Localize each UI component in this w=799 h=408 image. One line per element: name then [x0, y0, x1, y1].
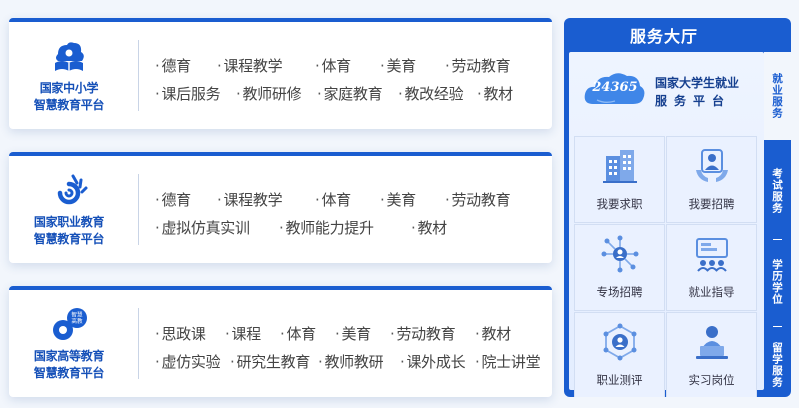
tile-internship[interactable]: 实习岗位 — [666, 312, 757, 397]
tab-degree-services[interactable]: 学历学位 — [764, 247, 791, 317]
link-laodongjiaoyu[interactable]: 劳动教育 — [445, 189, 510, 210]
link-xufangshiyan[interactable]: 虚仿实验 — [155, 351, 220, 372]
laptop-worker-icon — [696, 326, 728, 359]
tile-career-guidance[interactable]: 就业指导 — [666, 224, 757, 311]
platform-card-zhiye: 国家职业教育 智慧教育平台 德育 课程教学 体育 美育 劳动教育 虚拟仿真实训 … — [9, 152, 552, 263]
link-laodongjiaoyu[interactable]: 劳动教育 — [390, 323, 455, 344]
platform-logo-zhongxiaoxue[interactable]: 国家中小学 智慧教育平台 — [9, 22, 129, 129]
tile-label: 职业测评 — [596, 373, 643, 387]
link-jiaoshinenglitisheng[interactable]: 教师能力提升 — [279, 217, 374, 238]
service-hall-panel: 24365 国家大学生就业 服务平台 我要求职 我要招聘 专场招聘 就业指导 职… — [569, 52, 764, 397]
tile-label: 就业指导 — [688, 285, 735, 299]
tab-employment-services[interactable]: 就业服务 — [764, 52, 791, 140]
platform-name-line1: 国家职业教育 — [33, 215, 105, 229]
platform-card-gaodeng: 智慧 高教 国家高等教育 智慧教育平台 思政课 课程 体育 美育 劳动教育 教材… — [9, 286, 552, 397]
platform-logo-gaodeng[interactable]: 智慧 高教 国家高等教育 智慧教育平台 — [9, 290, 129, 397]
link-jiaoshiyanxiu[interactable]: 教师研修 — [236, 83, 301, 104]
link-kechengjiaoxue[interactable]: 课程教学 — [217, 55, 282, 76]
link-laodongjiaoyu[interactable]: 劳动教育 — [445, 55, 510, 76]
logo-text-zhihui: 智慧 — [71, 311, 83, 319]
link-meiyu[interactable]: 美育 — [335, 323, 371, 344]
platform-card-zhongxiaoxue: 国家中小学 智慧教育平台 德育 课程教学 体育 美育 劳动教育 课后服务 教师研… — [9, 18, 552, 129]
link-tiyu[interactable]: 体育 — [280, 323, 316, 344]
service-side-tabs: 就业服务 考试服务 学历学位 留学服务 — [764, 52, 791, 397]
service-hall-title: 服务大厅 — [629, 27, 698, 46]
link-jiaocai[interactable]: 教材 — [477, 83, 513, 104]
tile-special-recruiting[interactable]: 专场招聘 — [574, 224, 665, 311]
employment-platform-brand[interactable]: 24365 国家大学生就业 服务平台 — [575, 60, 760, 120]
card-divider — [138, 40, 139, 111]
service-tile-grid: 我要求职 我要招聘 专场招聘 就业指导 职业测评 实习岗位 — [574, 136, 758, 397]
zhongxiaoxue-book-logo-icon — [55, 42, 84, 71]
link-deyu[interactable]: 德育 — [155, 55, 191, 76]
network-people-icon — [601, 235, 639, 273]
logo-text-gaojiao: 高教 — [71, 317, 83, 325]
link-jiaogaijingyan[interactable]: 教改经验 — [398, 83, 463, 104]
recruiter-hands-icon — [696, 149, 728, 182]
link-kecheng[interactable]: 课程 — [225, 323, 261, 344]
presentation-icon — [696, 238, 728, 272]
link-meiyu[interactable]: 美育 — [380, 189, 416, 210]
tile-career-assessment[interactable]: 职业测评 — [574, 312, 665, 397]
link-tiyu[interactable]: 体育 — [315, 55, 351, 76]
tab-separator — [773, 239, 782, 240]
brand-title-line2: 服务平台 — [655, 94, 732, 108]
brand-title-line1: 国家大学生就业 — [655, 76, 740, 90]
platform-name-line2: 智慧教育平台 — [33, 98, 105, 112]
card-divider — [138, 308, 139, 379]
tile-recruiting[interactable]: 我要招聘 — [666, 136, 757, 223]
tile-label: 实习岗位 — [688, 373, 735, 387]
badge-24365: 24365 — [592, 80, 638, 95]
service-hall: 服务大厅 24365 国家大学生就业 服务平台 我要求职 我要招聘 专场招聘 就… — [564, 18, 791, 397]
platform-logo-zhiye[interactable]: 国家职业教育 智慧教育平台 — [9, 156, 129, 263]
tab-exam-services[interactable]: 考试服务 — [764, 152, 791, 230]
platform-name-line1: 国家高等教育 — [33, 349, 105, 363]
assessment-network-icon — [603, 323, 637, 361]
link-yanjiushengjiaoyu[interactable]: 研究生教育 — [230, 351, 310, 372]
link-jiaocai[interactable]: 教材 — [475, 323, 511, 344]
link-jiatingjiaoyu[interactable]: 家庭教育 — [317, 83, 382, 104]
tile-job-seeking[interactable]: 我要求职 — [574, 136, 665, 223]
gaodeng-gear-logo-icon: 智慧 高教 — [53, 308, 87, 340]
platform-name-line1: 国家中小学 — [39, 81, 99, 95]
link-kewaichengzhang[interactable]: 课外成长 — [400, 351, 465, 372]
platform-name-line2: 智慧教育平台 — [33, 232, 105, 246]
link-deyu[interactable]: 德育 — [155, 189, 191, 210]
link-jiaocai[interactable]: 教材 — [411, 217, 447, 238]
tile-label: 专场招聘 — [596, 285, 643, 299]
link-tiyu[interactable]: 体育 — [315, 189, 351, 210]
zhiye-swirl-logo-icon — [57, 174, 88, 205]
building-icon — [603, 150, 637, 183]
tile-label: 我要招聘 — [688, 197, 735, 211]
tile-label: 我要求职 — [596, 197, 643, 211]
link-meiyu[interactable]: 美育 — [380, 55, 416, 76]
tab-study-abroad-services[interactable]: 留学服务 — [764, 334, 791, 396]
link-yuanshijiangtang[interactable]: 院士讲堂 — [475, 351, 540, 372]
card-divider — [138, 174, 139, 245]
link-kehoufuwu[interactable]: 课后服务 — [155, 83, 220, 104]
tab-separator — [773, 326, 782, 327]
link-xunifangzhenshixun[interactable]: 虚拟仿真实训 — [155, 217, 250, 238]
link-sizhengke[interactable]: 思政课 — [155, 323, 205, 344]
link-jiaoshijiaoyan[interactable]: 教师教研 — [318, 351, 383, 372]
platform-name-line2: 智慧教育平台 — [33, 366, 105, 380]
link-kechengjiaoxue[interactable]: 课程教学 — [217, 189, 282, 210]
